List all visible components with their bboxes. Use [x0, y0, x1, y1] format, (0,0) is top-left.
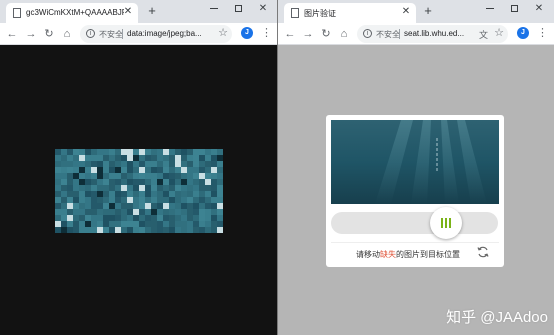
star-icon[interactable]: ☆ — [494, 27, 504, 39]
tab-title: 图片验证 — [304, 9, 336, 18]
document-icon — [291, 8, 299, 18]
slider-track[interactable] — [331, 212, 498, 234]
puzzle-image — [331, 120, 499, 204]
back-icon[interactable]: ← — [283, 27, 297, 41]
info-icon[interactable]: i — [363, 29, 372, 38]
refresh-icon[interactable] — [476, 245, 490, 259]
insecure-label: 不安全 — [99, 30, 123, 39]
star-icon[interactable]: ☆ — [218, 27, 228, 39]
tab-title: gc3WiCmKXtM+QAAAABJRU5 — [26, 8, 124, 17]
captcha-card: 请移动缺失的图片到目标位置 — [326, 115, 504, 267]
maximize-icon[interactable] — [502, 2, 526, 16]
slider-handle[interactable] — [430, 207, 462, 239]
kebab-menu-icon[interactable]: ⋮ — [261, 26, 272, 40]
reload-icon[interactable]: ↻ — [319, 27, 333, 41]
home-icon[interactable]: ⌂ — [337, 27, 351, 41]
plus-icon[interactable]: + — [145, 4, 159, 18]
tab-strip: 图片验证 ✕ + ✕ — [278, 0, 554, 23]
toolbar: ← → ↻ ⌂ i 不安全 seat.lib.whu.ed... 文 ☆ J ⋮ — [278, 23, 554, 45]
avatar[interactable]: J — [517, 27, 529, 39]
forward-icon[interactable]: → — [24, 27, 38, 41]
instruction-suffix: 的图片到目标位置 — [396, 250, 460, 259]
instruction-prefix: 请移动 — [356, 250, 380, 259]
plus-icon[interactable]: + — [421, 4, 435, 18]
tab-strip: gc3WiCmKXtM+QAAAABJRU5 ✕ + ✕ — [0, 0, 277, 23]
address-bar[interactable]: i 不安全 seat.lib.whu.ed... 文 ☆ — [357, 25, 508, 43]
separator — [122, 29, 123, 39]
instruction-highlight: 缺失 — [380, 250, 396, 259]
back-icon[interactable]: ← — [5, 27, 19, 41]
captcha-page: 请移动缺失的图片到目标位置 — [278, 45, 554, 335]
card-divider — [331, 242, 499, 243]
reload-icon[interactable]: ↻ — [42, 27, 56, 41]
grip-line — [441, 218, 443, 228]
info-icon[interactable]: i — [86, 29, 95, 38]
grip-line — [445, 218, 447, 228]
translate-icon[interactable]: 文 — [479, 28, 488, 41]
image-viewer — [0, 45, 277, 335]
mosaic-image — [55, 149, 223, 233]
separator — [399, 29, 400, 39]
address-bar[interactable]: i 不安全 data:image/jpeg;ba... ☆ — [80, 25, 232, 43]
left-browser-window: gc3WiCmKXtM+QAAAABJRU5 ✕ + ✕ ← → ↻ ⌂ i 不… — [0, 0, 277, 335]
toolbar: ← → ↻ ⌂ i 不安全 data:image/jpeg;ba... ☆ J … — [0, 23, 277, 45]
kebab-menu-icon[interactable]: ⋮ — [537, 26, 548, 40]
tab-image-data[interactable]: gc3WiCmKXtM+QAAAABJRU5 ✕ — [6, 3, 138, 23]
captcha-instruction: 请移动缺失的图片到目标位置 — [356, 249, 460, 260]
grip-line — [449, 218, 451, 228]
close-window-icon[interactable]: ✕ — [251, 2, 275, 16]
insecure-label: 不安全 — [376, 30, 400, 39]
home-icon[interactable]: ⌂ — [60, 27, 74, 41]
maximize-icon[interactable] — [226, 2, 250, 16]
close-window-icon[interactable]: ✕ — [527, 2, 551, 16]
forward-icon[interactable]: → — [301, 27, 315, 41]
document-icon — [13, 8, 21, 18]
tab-captcha[interactable]: 图片验证 ✕ — [284, 3, 416, 23]
url-text[interactable]: data:image/jpeg;ba... — [127, 29, 211, 38]
minimize-icon[interactable] — [202, 2, 226, 16]
close-icon[interactable]: ✕ — [400, 6, 412, 18]
minimize-icon[interactable] — [478, 2, 502, 16]
close-icon[interactable]: ✕ — [122, 6, 134, 18]
url-text[interactable]: seat.lib.whu.ed... — [404, 29, 470, 38]
watermark: 知乎 @JAAdoo — [446, 309, 548, 326]
avatar[interactable]: J — [241, 27, 253, 39]
right-browser-window: 图片验证 ✕ + ✕ ← → ↻ ⌂ i 不安全 seat.lib.whu.ed… — [278, 0, 554, 335]
